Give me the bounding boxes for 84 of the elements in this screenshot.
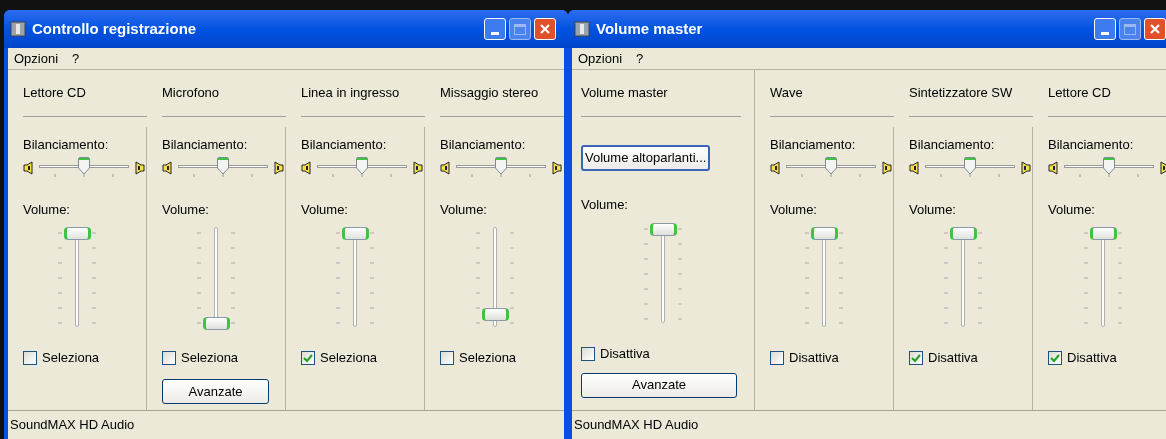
- menu-item[interactable]: ?: [636, 48, 644, 69]
- slider-thumb[interactable]: [78, 156, 90, 175]
- slider-thumb[interactable]: [950, 227, 977, 240]
- check-icon: [911, 353, 921, 363]
- speaker-icon: [272, 160, 284, 175]
- channel-name: Sintetizzatore SW: [909, 84, 1013, 103]
- channel-name: Microfono: [162, 84, 220, 103]
- check-icon: [1050, 353, 1060, 363]
- channel-name: Wave: [770, 84, 803, 103]
- slider-thumb[interactable]: [964, 156, 976, 175]
- speaker-icon: [162, 160, 174, 175]
- menu-item[interactable]: Opzioni: [578, 48, 623, 69]
- advanced-button[interactable]: Avanzate: [581, 372, 737, 398]
- slider-thumb[interactable]: [1103, 156, 1115, 175]
- checkbox[interactable]: Seleziona: [301, 349, 424, 367]
- speaker-icon: [440, 160, 452, 175]
- balance-label: Bilanciamento:: [301, 136, 388, 154]
- slider-thumb[interactable]: [811, 227, 838, 240]
- checkbox[interactable]: Disattiva: [770, 349, 893, 367]
- window-title: Controllo registrazione: [32, 18, 198, 39]
- volume-label: Volume:: [1048, 200, 1096, 219]
- volume-label: Volume:: [770, 200, 818, 219]
- speaker-icon: [23, 160, 35, 175]
- menu-item[interactable]: ?: [72, 48, 80, 69]
- speaker-icon: [133, 160, 145, 175]
- channel-name: Lettore CD: [1048, 84, 1111, 103]
- slider-thumb[interactable]: [203, 317, 230, 330]
- close-icon: [1149, 23, 1161, 35]
- slider-thumb[interactable]: [356, 156, 368, 175]
- close-button[interactable]: [1144, 18, 1166, 40]
- volume-label: Volume:: [23, 200, 71, 219]
- speaker-icon: [1048, 160, 1060, 175]
- speaker-icon: [909, 160, 921, 175]
- balance-label: Bilanciamento:: [23, 136, 110, 154]
- volume-label: Volume:: [581, 196, 629, 214]
- speaker-volume-button[interactable]: Volume altoparlanti...: [581, 145, 711, 171]
- app-icon: [10, 21, 26, 37]
- maximize-button[interactable]: [509, 18, 531, 40]
- status-bar: SoundMAX HD Audio: [8, 410, 564, 439]
- slider-thumb[interactable]: [217, 156, 229, 175]
- minimize-button[interactable]: [1094, 18, 1116, 40]
- channel-name: Volume master: [581, 84, 668, 103]
- slider-thumb[interactable]: [825, 156, 837, 175]
- balance-label: Bilanciamento:: [770, 136, 857, 154]
- balance-label: Bilanciamento:: [1048, 136, 1135, 154]
- close-button[interactable]: [534, 18, 556, 40]
- balance-label: Bilanciamento:: [909, 136, 996, 154]
- speaker-icon: [550, 160, 562, 175]
- advanced-button[interactable]: Avanzate: [162, 379, 269, 404]
- volume-label: Volume:: [440, 200, 488, 219]
- check-icon: [303, 353, 313, 363]
- balance-label: Bilanciamento:: [440, 136, 527, 154]
- checkbox[interactable]: Seleziona: [162, 349, 285, 367]
- checkbox[interactable]: Disattiva: [1048, 349, 1166, 367]
- maximize-button[interactable]: [1119, 18, 1141, 40]
- balance-label: Bilanciamento:: [162, 136, 249, 154]
- speaker-icon: [880, 160, 892, 175]
- slider-thumb[interactable]: [1089, 227, 1117, 240]
- slider-thumb[interactable]: [342, 227, 369, 240]
- speaker-icon: [1158, 160, 1166, 175]
- speaker-icon: [1019, 160, 1031, 175]
- channel-name: Linea in ingresso: [301, 84, 400, 103]
- checkbox[interactable]: Disattiva: [581, 344, 745, 363]
- speaker-icon: [301, 160, 313, 175]
- speaker-icon: [770, 160, 782, 175]
- status-bar: SoundMAX HD Audio: [572, 410, 1166, 439]
- slider-thumb[interactable]: [495, 156, 507, 175]
- minimize-button[interactable]: [484, 18, 506, 40]
- close-icon: [539, 23, 551, 35]
- volume-label: Volume:: [301, 200, 349, 219]
- checkbox[interactable]: Seleziona: [440, 349, 564, 367]
- volume-label: Volume:: [162, 200, 210, 219]
- app-icon: [574, 21, 590, 37]
- volume-label: Volume:: [909, 200, 957, 219]
- window-title: Volume master: [596, 18, 704, 39]
- channel-name: Missaggio stereo: [440, 84, 539, 103]
- checkbox[interactable]: Disattiva: [909, 349, 1032, 367]
- slider-thumb[interactable]: [650, 222, 677, 236]
- channel-name: Lettore CD: [23, 84, 86, 103]
- slider-thumb[interactable]: [64, 227, 91, 240]
- speaker-icon: [411, 160, 423, 175]
- slider-thumb[interactable]: [481, 308, 509, 321]
- checkbox[interactable]: Seleziona: [23, 349, 146, 367]
- menu-item[interactable]: Opzioni: [14, 48, 59, 69]
